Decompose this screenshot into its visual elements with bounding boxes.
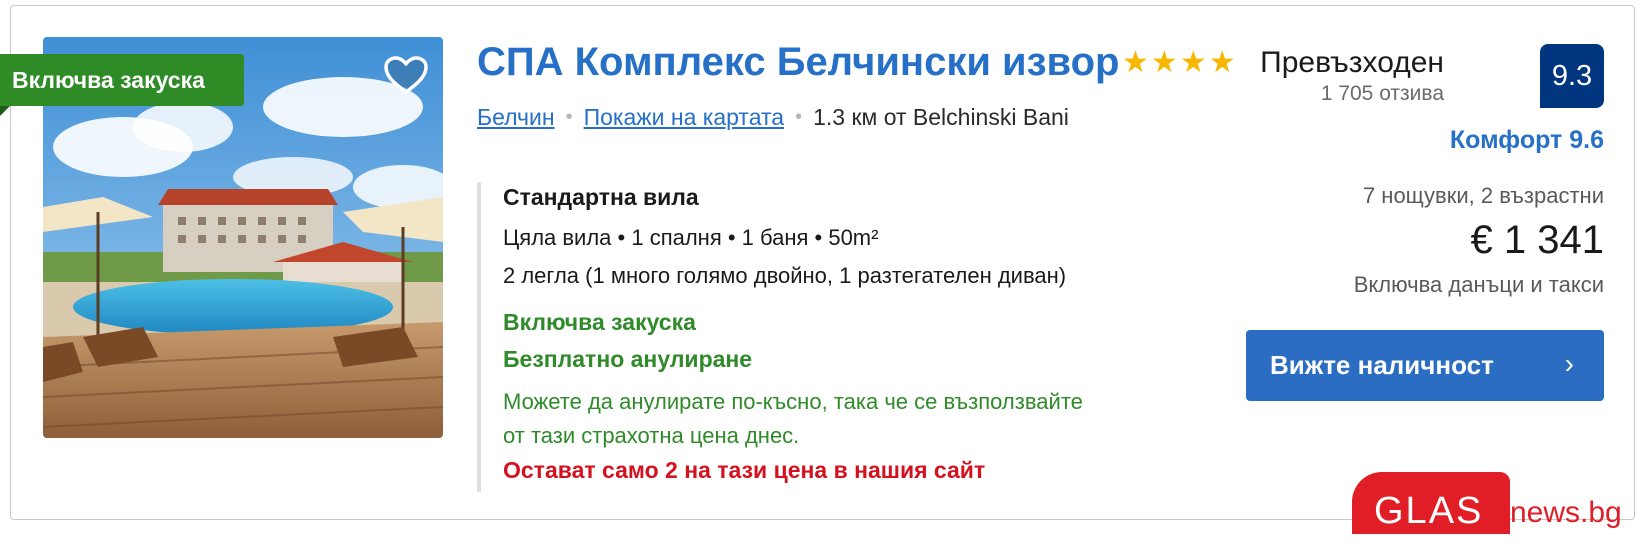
show-on-map-link[interactable]: Покажи на картата: [584, 104, 784, 131]
see-availability-button[interactable]: Вижте наличност ›: [1246, 330, 1604, 401]
star-icon: ★: [1179, 46, 1207, 79]
room-details: Цяла вила • 1 спалня • 1 баня • 50m²: [503, 225, 879, 250]
review-score-badge[interactable]: 9.3: [1540, 44, 1604, 108]
location-line: Белчин • Покажи на картата • 1.3 км от B…: [477, 104, 1069, 131]
favorite-button[interactable]: [380, 50, 432, 102]
breakfast-included: Включва закуска: [503, 309, 696, 335]
taxes-note: Включва данъци и такси: [1353, 272, 1604, 297]
star-icon: ★: [1208, 46, 1236, 79]
watermark-brand: GLAS: [1374, 490, 1484, 532]
town-link[interactable]: Белчин: [477, 104, 555, 131]
separator-dot: •: [565, 106, 573, 128]
star-icon: ★: [1150, 46, 1178, 79]
star-icon: ★: [1122, 46, 1149, 79]
breakfast-badge: Включва закуска: [0, 54, 244, 116]
review-score-word: Превъзходен: [1260, 46, 1444, 79]
heart-icon: [384, 56, 428, 94]
comfort-score: Комфорт 9.6: [1449, 126, 1604, 154]
scarcity-message: Остават само 2 на тази цена в нашия сайт: [503, 457, 986, 483]
watermark-domain: news.bg: [1510, 496, 1622, 529]
hotel-name-link[interactable]: СПА Комплекс Белчински извор: [477, 40, 1119, 85]
stay-summary: 7 нощувки, 2 възрастни: [1362, 183, 1604, 208]
see-availability-label: Вижте наличност: [1270, 350, 1494, 380]
free-cancellation: Безплатно анулиране: [503, 346, 753, 372]
separator-dot: •: [795, 106, 803, 128]
price: € 1 341: [1470, 218, 1604, 262]
review-count: 1 705 отзива: [1320, 82, 1444, 105]
chevron-right-icon: ›: [1564, 348, 1574, 379]
distance-text: 1.3 км от Belchinski Bani: [813, 104, 1069, 130]
room-info: Стандартна вила Цяла вила • 1 спалня • 1…: [477, 182, 1207, 492]
cancellation-note: Можете да анулирате по-късно, така че се…: [503, 389, 1083, 448]
room-name: Стандартна вила: [503, 184, 699, 210]
star-rating: ★ ★ ★ ★: [1122, 48, 1236, 78]
watermark-logo: GLAS news.bg: [1352, 472, 1642, 534]
room-beds: 2 легла (1 много голямо двойно, 1 разтег…: [503, 263, 1067, 288]
